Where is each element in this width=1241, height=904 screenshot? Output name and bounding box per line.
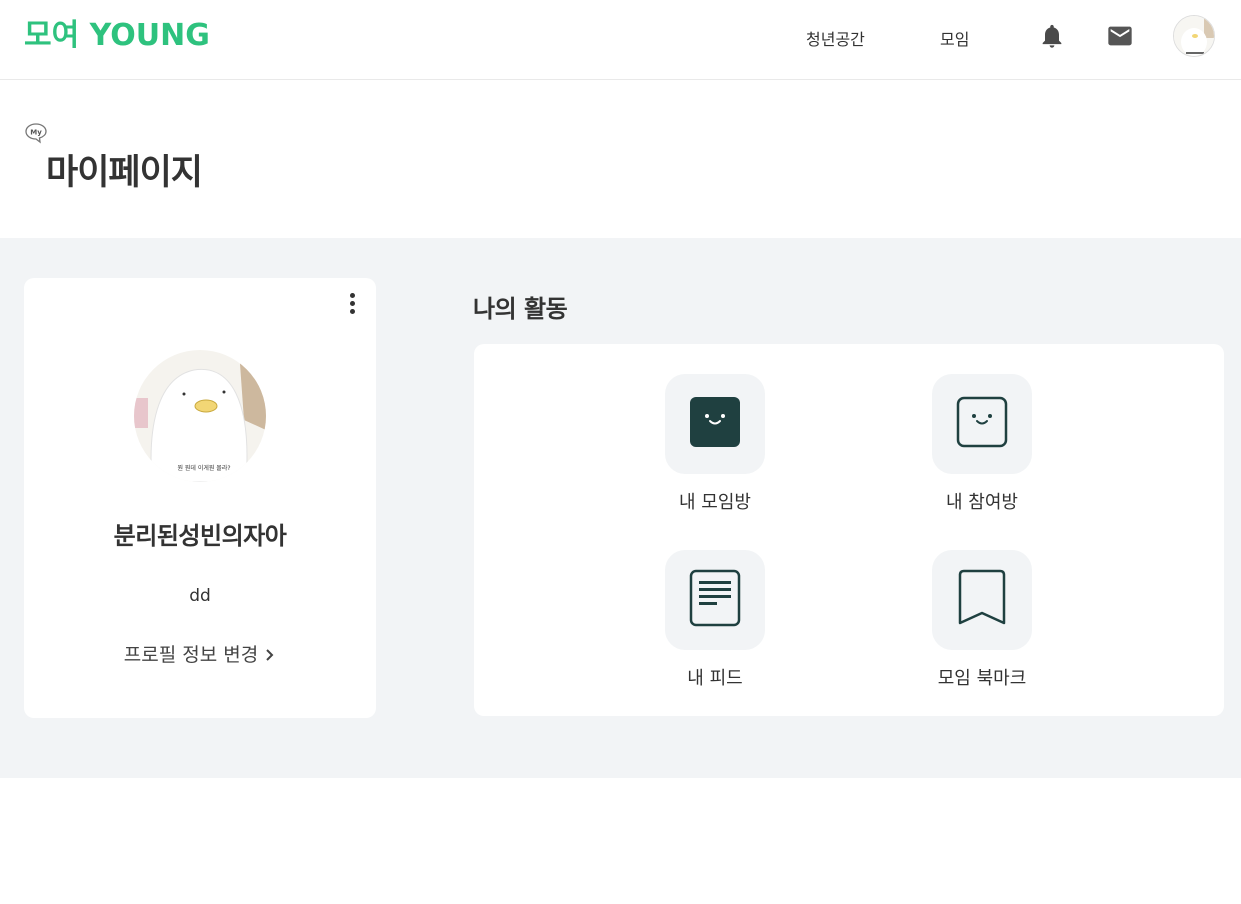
bell-icon[interactable]: [1038, 22, 1066, 50]
mypage-section: 뭔 뭔데 이게뭔 몰라? 분리된성빈의자아 dd 프로필 정보 변경 나의 활동: [0, 238, 1241, 778]
act-label: 내 참여방: [946, 492, 1018, 513]
act-tile: [932, 374, 1032, 474]
profile-card: 뭔 뭔데 이게뭔 몰라? 분리된성빈의자아 dd 프로필 정보 변경: [24, 278, 376, 718]
my-joined-room-button[interactable]: 내 참여방: [902, 374, 1062, 514]
smile-box-filled-icon: [689, 396, 741, 452]
logo-text: 모여 YOUNG: [24, 18, 210, 53]
act-tile: [665, 374, 765, 474]
edit-profile-label: 프로필 정보 변경: [123, 644, 259, 666]
meeting-bookmark-button[interactable]: 모임 북마크: [902, 550, 1062, 690]
chevron-right-icon: [264, 644, 276, 666]
act-label: 내 모임방: [679, 492, 751, 513]
act-label: 모임 북마크: [937, 668, 1027, 689]
my-feed-button[interactable]: 내 피드: [635, 550, 795, 690]
document-icon: [689, 569, 741, 631]
profile-bio: dd: [189, 586, 211, 606]
profile-avatar: 뭔 뭔데 이게뭔 몰라?: [134, 350, 266, 482]
act-tile: [665, 550, 765, 650]
svg-text:My: My: [30, 129, 42, 137]
my-badge-icon: My: [24, 122, 48, 144]
svg-text:뭔 뭔데 이게뭔 몰라?: 뭔 뭔데 이게뭔 몰라?: [177, 464, 230, 472]
more-options-icon[interactable]: [342, 290, 362, 316]
bookmark-icon: [956, 569, 1008, 631]
my-meeting-room-button[interactable]: 내 모임방: [635, 374, 795, 514]
act-label: 내 피드: [687, 668, 743, 689]
mail-icon[interactable]: [1106, 22, 1134, 50]
header-avatar[interactable]: [1173, 15, 1215, 57]
edit-profile-link[interactable]: 프로필 정보 변경: [24, 640, 376, 667]
top-header: 모여 YOUNG 청년공간 모임: [0, 0, 1241, 80]
nav-youth-space[interactable]: 청년공간: [806, 26, 865, 50]
act-tile: [932, 550, 1032, 650]
activity-title: 나의 활동: [473, 295, 568, 323]
smile-box-outline-icon: [956, 396, 1008, 452]
page-title: 마이페이지: [46, 153, 203, 193]
profile-name: 분리된성빈의자아: [113, 522, 287, 550]
logo[interactable]: 모여 YOUNG: [24, 12, 210, 53]
nav-meeting[interactable]: 모임: [940, 26, 969, 50]
activity-card: 내 모임방 내 참여방 내 피드 모임 북마크: [474, 344, 1224, 716]
